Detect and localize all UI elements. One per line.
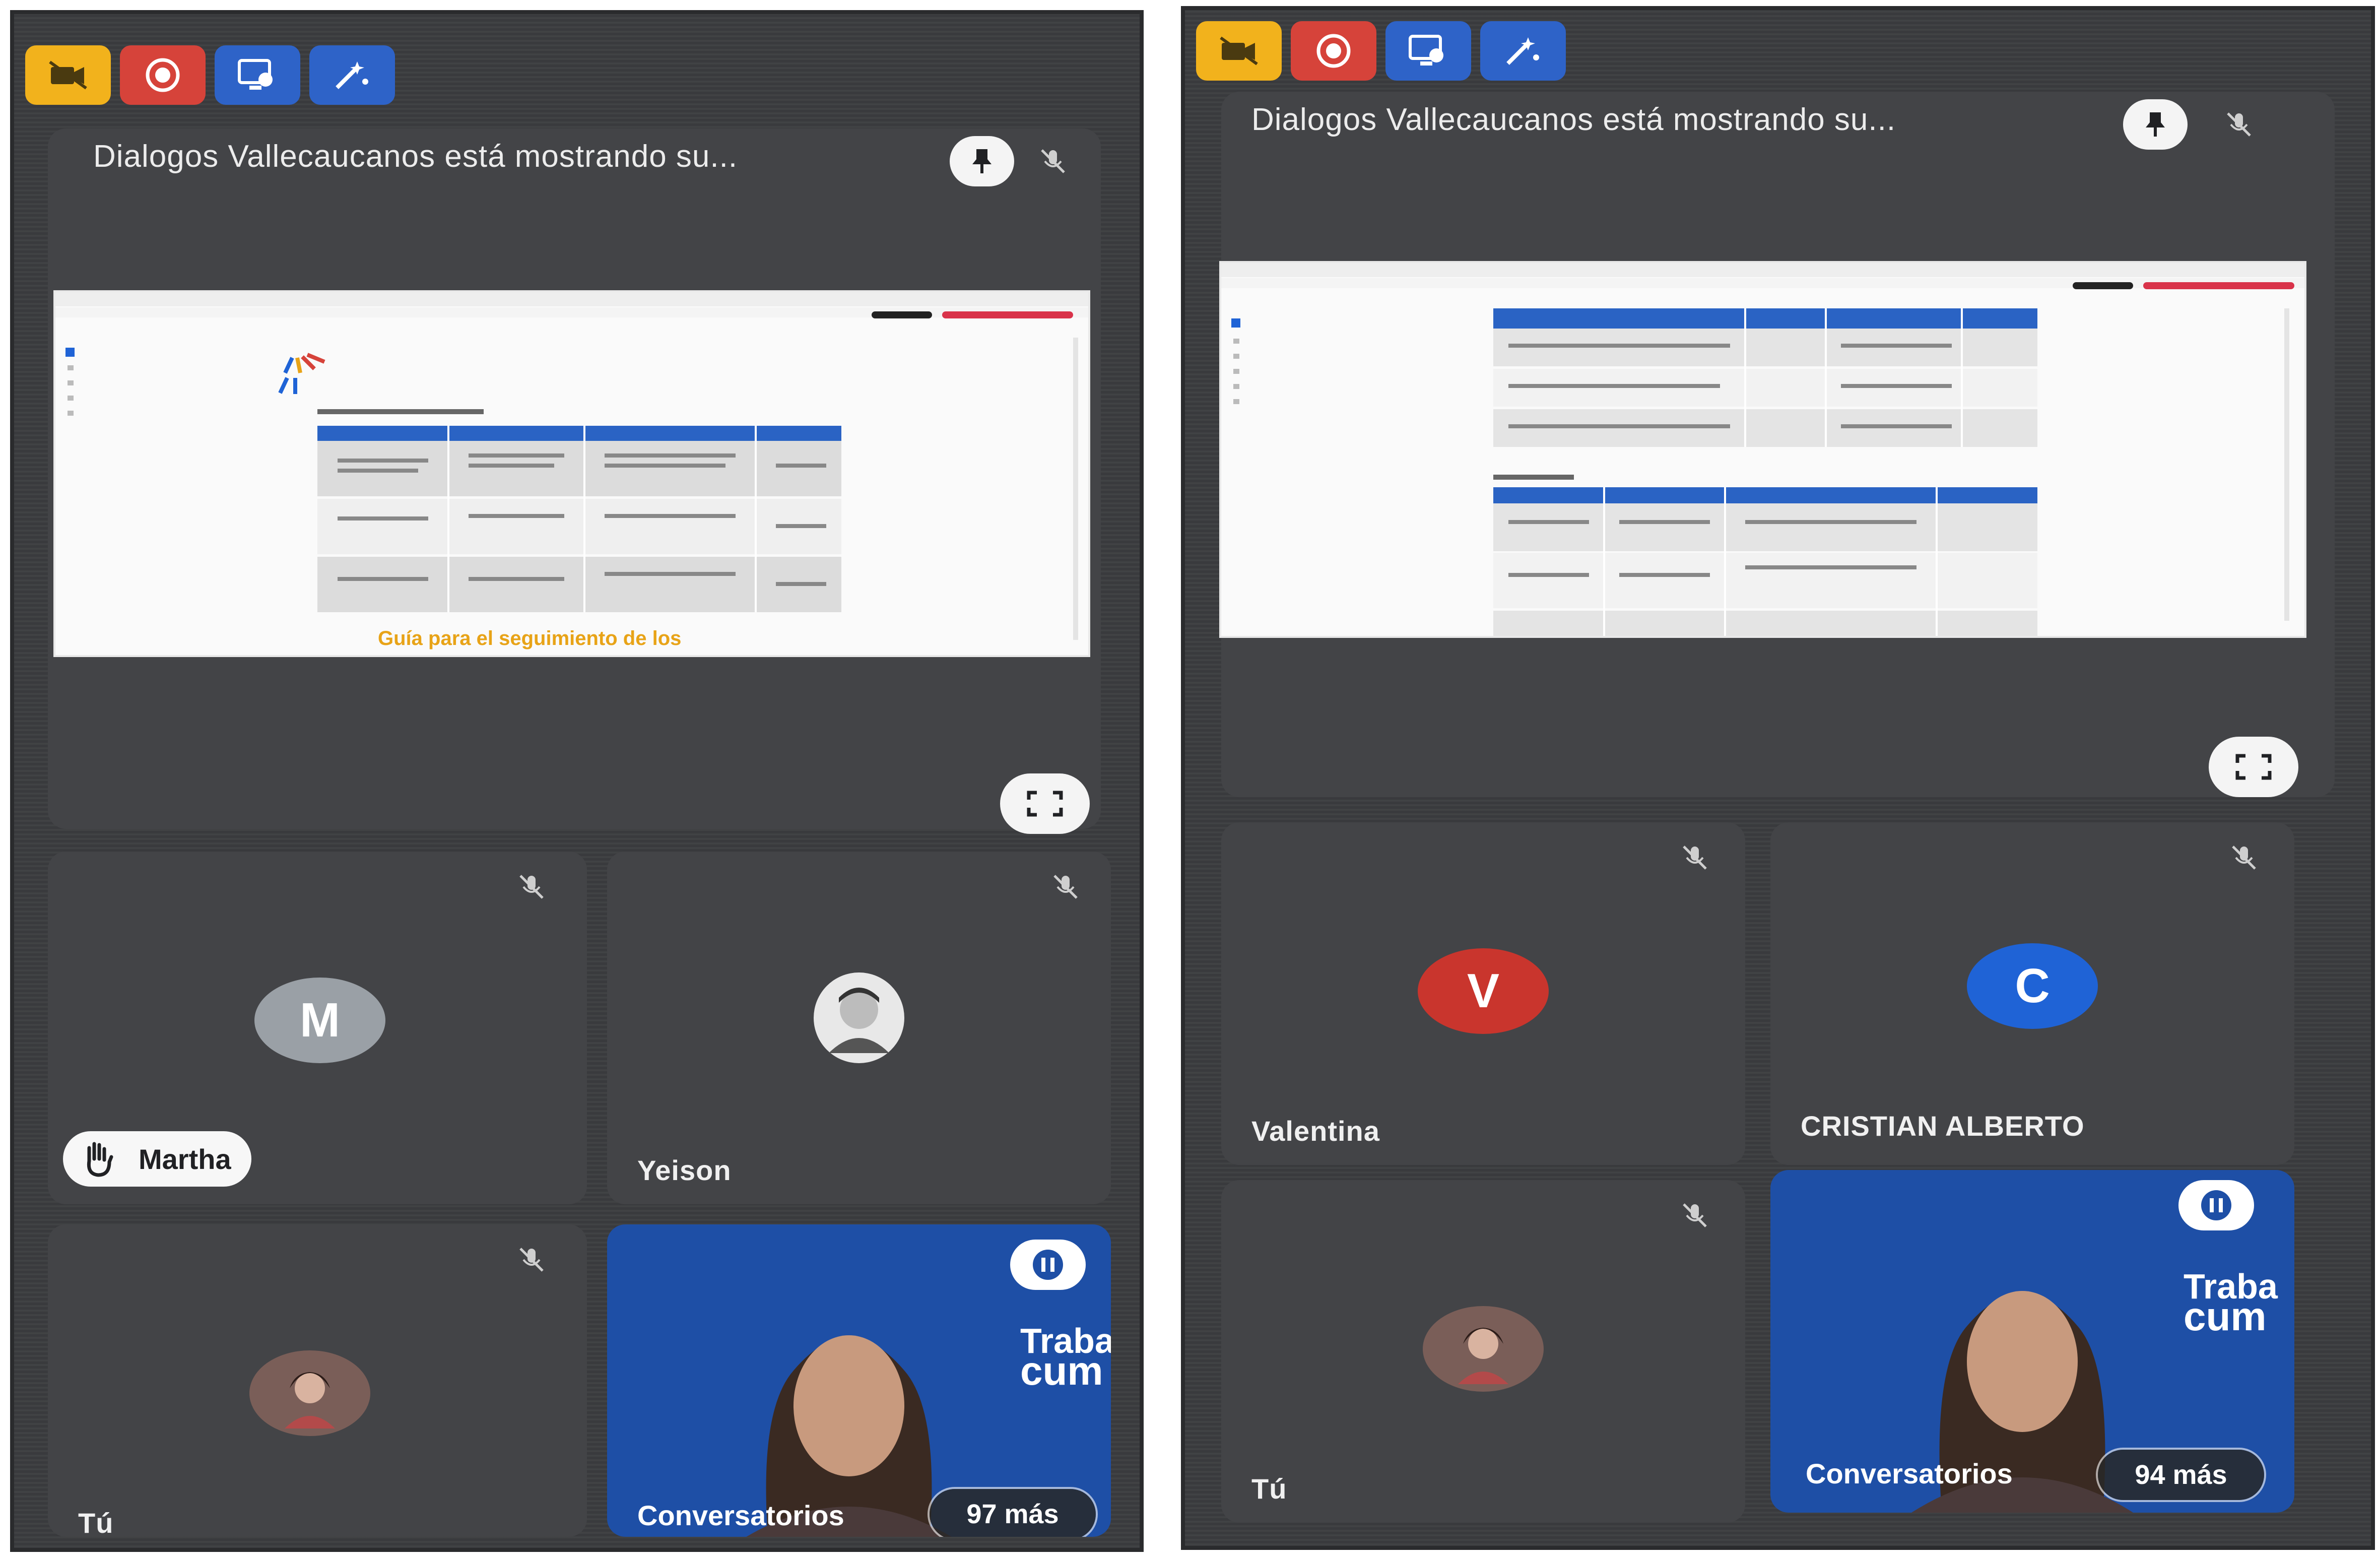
mic-off-icon [1033,141,1073,181]
top-controls [25,45,395,105]
effects-button[interactable] [309,45,395,105]
effects-icon [336,61,368,89]
record-icon [146,58,180,92]
present-icon [238,59,273,90]
camera-off-icon [49,60,87,90]
screen-share-card: Dialogos Vallecaucanos está mostrando su… [48,128,1101,834]
participant-name: Conversatorios [1806,1458,2013,1489]
pin-button[interactable] [950,136,1014,186]
present-button[interactable] [215,45,300,105]
mic-off-icon [1675,1195,1715,1236]
expand-button[interactable] [2209,737,2298,797]
mic-off-icon [1675,837,1715,878]
shared-screen [1221,263,2304,636]
participant-name: Valentina [1251,1115,1380,1147]
pin-icon [972,149,991,173]
brand-logo [2178,1180,2254,1230]
raised-hand-chip: Martha [63,1131,251,1187]
participant-name: Tú [78,1507,114,1537]
pin-icon [2146,112,2165,137]
record-button[interactable] [120,45,206,105]
present-button[interactable] [1385,21,1471,81]
meeting-screen-left: Dialogos Vallecaucanos está mostrando su… [10,10,1144,1552]
participant-name: Yeison [637,1154,732,1186]
mic-off-icon [511,1240,552,1280]
mic-off-icon [1045,867,1086,907]
expand-icon [1027,791,1063,817]
top-controls [1196,21,1566,81]
camera-off-button[interactable] [25,45,111,105]
mic-off-icon [511,867,552,907]
participant-tile-valentina[interactable]: V Valentina [1221,822,1745,1165]
participant-name: Tú [1251,1473,1287,1505]
screen-share-card: Dialogos Vallecaucanos está mostrando su… [1221,92,2335,797]
mic-off-icon [2224,837,2264,878]
camera-off-icon [1220,36,1258,66]
participant-tile-self[interactable]: Tú [1221,1180,1745,1523]
record-icon [1316,34,1351,68]
avatar-photo-self [1423,1306,1544,1392]
video-brand-line2: cum [2184,1294,2267,1339]
brand-logo [1010,1240,1086,1290]
avatar-c: C [1967,943,2098,1029]
share-title: Dialogos Vallecaucanos está mostrando su… [1251,102,1896,137]
expand-button[interactable] [1000,773,1090,834]
participant-tile-self[interactable]: Tú [48,1224,587,1537]
more-participants-chip[interactable]: 97 más [930,1489,1096,1537]
effects-icon [1506,37,1539,65]
participant-tile-video[interactable]: Traba cum Conversatorios 97 más [607,1224,1111,1537]
avatar-v: V [1418,948,1549,1034]
participant-name: CRISTIAN ALBERTO [1801,1110,2085,1142]
raised-hand-icon [87,1142,113,1177]
participant-name: Martha [139,1143,231,1175]
pin-button[interactable] [2123,99,2188,150]
expand-icon [2235,754,2272,780]
shared-screen: Guía para el seguimiento de los [55,292,1088,655]
share-title: Dialogos Vallecaucanos está mostrando su… [93,139,738,174]
meeting-screen-right: Dialogos Vallecaucanos está mostrando su… [1181,6,2375,1550]
mic-off-icon [2219,104,2259,145]
participant-name: Conversatorios [637,1500,844,1531]
participant-tile-video[interactable]: Traba cum Conversatorios 94 más [1770,1170,2294,1513]
avatar-photo-self [249,1350,370,1436]
record-button[interactable] [1291,21,1376,81]
avatar-photo-yeison [814,972,904,1063]
participant-tile-yeison[interactable]: Yeison [607,852,1111,1204]
slide-caption: Guía para el seguimiento de los [378,627,682,649]
more-participants-chip[interactable]: 94 más [2098,1450,2264,1500]
effects-button[interactable] [1480,21,1566,81]
participant-tile-martha[interactable]: M Martha [48,852,587,1204]
present-icon [1409,35,1443,66]
avatar-m: M [254,978,385,1063]
camera-off-button[interactable] [1196,21,1282,81]
video-brand-line2: cum [1020,1348,1103,1393]
participant-tile-cristian[interactable]: C CRISTIAN ALBERTO [1770,822,2294,1165]
